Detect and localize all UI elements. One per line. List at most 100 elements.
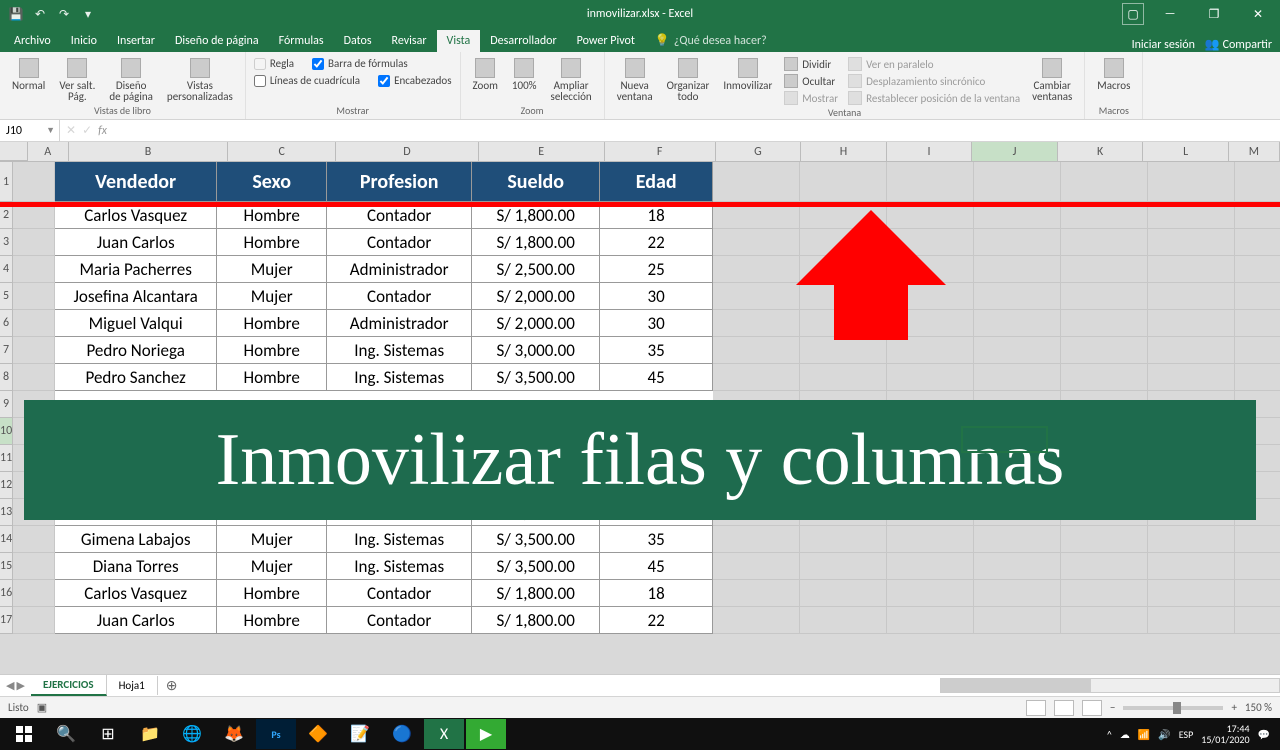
cell[interactable]: Hombre [217, 580, 327, 607]
restore-button[interactable]: ❐ [1192, 0, 1236, 28]
cell[interactable]: S/ 3,500.00 [472, 364, 600, 391]
cell[interactable] [713, 607, 800, 634]
split-button[interactable]: Dividir [782, 56, 840, 72]
cell[interactable]: Maria Pacherres [55, 256, 217, 283]
cell[interactable] [1235, 283, 1280, 310]
cell[interactable] [13, 526, 55, 553]
cell[interactable] [13, 310, 55, 337]
cell[interactable]: Mujer [217, 553, 327, 580]
cell[interactable]: 22 [600, 229, 713, 256]
tab-formulas[interactable]: Fórmulas [269, 30, 334, 52]
cell[interactable]: Gimena Labajos [55, 526, 217, 553]
cell[interactable]: Mujer [217, 526, 327, 553]
ruler-checkbox[interactable]: Regla [254, 56, 294, 71]
tab-desarrollador[interactable]: Desarrollador [480, 30, 566, 52]
tab-diseno[interactable]: Diseño de página [165, 30, 269, 52]
chrome-icon[interactable]: 🔵 [382, 719, 422, 749]
cell[interactable]: Ing. Sistemas [327, 364, 472, 391]
cell[interactable]: Ing. Sistemas [327, 553, 472, 580]
qat-customize-icon[interactable]: ▾ [78, 4, 98, 24]
cell[interactable] [800, 526, 887, 553]
cell[interactable]: 25 [600, 256, 713, 283]
row-header[interactable]: 3 [0, 229, 13, 256]
cell[interactable] [1061, 229, 1148, 256]
hide-button[interactable]: Ocultar [782, 73, 840, 89]
cell[interactable] [887, 580, 974, 607]
zoom-100-button[interactable]: 100% [508, 56, 541, 93]
cell[interactable] [800, 580, 887, 607]
tray-network-icon[interactable]: 📶 [1138, 728, 1150, 741]
close-button[interactable]: ✕ [1236, 0, 1280, 28]
row-header[interactable]: 1 [0, 162, 13, 202]
cell[interactable] [1061, 553, 1148, 580]
cell[interactable] [1148, 607, 1235, 634]
cell[interactable] [1235, 553, 1280, 580]
column-header[interactable]: D [336, 142, 479, 161]
tab-vista[interactable]: Vista [437, 30, 481, 52]
cell[interactable] [13, 607, 55, 634]
row-header[interactable]: 9 [0, 391, 13, 418]
row-header[interactable]: 16 [0, 580, 13, 607]
cell[interactable] [13, 364, 55, 391]
cell[interactable]: Miguel Valqui [55, 310, 217, 337]
firefox-icon[interactable]: 🦊 [214, 719, 254, 749]
column-header[interactable]: I [887, 142, 973, 161]
zoom-selection-button[interactable]: Ampliar selección [547, 56, 596, 104]
cell[interactable]: Ing. Sistemas [327, 526, 472, 553]
page-break-icon[interactable] [1082, 700, 1102, 716]
column-header[interactable]: M [1229, 142, 1280, 161]
enter-formula-icon[interactable]: ✓ [82, 123, 92, 138]
cell[interactable]: Mujer [217, 283, 327, 310]
cell[interactable] [1148, 580, 1235, 607]
cell[interactable] [1148, 337, 1235, 364]
cancel-formula-icon[interactable]: ✕ [66, 123, 76, 138]
cell[interactable]: S/ 1,800.00 [472, 607, 600, 634]
cell[interactable] [887, 162, 974, 202]
cell[interactable] [887, 364, 974, 391]
cell[interactable]: Juan Carlos [55, 607, 217, 634]
cell[interactable] [974, 337, 1061, 364]
zoom-in-button[interactable]: + [1231, 701, 1236, 714]
header-cell[interactable]: Sexo [217, 162, 327, 202]
cell[interactable] [800, 162, 887, 202]
cell[interactable] [1148, 256, 1235, 283]
cell[interactable] [974, 526, 1061, 553]
add-sheet-button[interactable]: ⊕ [158, 677, 186, 694]
tab-revisar[interactable]: Revisar [382, 30, 437, 52]
cell[interactable] [713, 580, 800, 607]
cell[interactable] [713, 256, 800, 283]
cell[interactable] [1148, 364, 1235, 391]
tab-insertar[interactable]: Insertar [107, 30, 165, 52]
zoom-button[interactable]: Zoom [469, 56, 502, 93]
row-header[interactable]: 13 [0, 499, 13, 526]
cell[interactable]: Contador [327, 283, 472, 310]
custom-views-button[interactable]: Vistas personalizadas [163, 56, 237, 104]
column-header[interactable]: K [1058, 142, 1144, 161]
cell[interactable]: S/ 3,500.00 [472, 526, 600, 553]
notifications-icon[interactable]: 💬 [1258, 728, 1270, 741]
cell[interactable] [1148, 526, 1235, 553]
header-cell[interactable]: Edad [600, 162, 713, 202]
tab-archivo[interactable]: Archivo [4, 30, 61, 52]
share-button[interactable]: 👥 Compartir [1205, 37, 1272, 52]
zoom-out-button[interactable]: − [1110, 701, 1115, 714]
column-header[interactable]: E [479, 142, 605, 161]
cell[interactable] [974, 310, 1061, 337]
cell[interactable] [713, 162, 800, 202]
pagebreak-view-button[interactable]: Ver salt. Pág. [55, 56, 99, 104]
tray-up-icon[interactable]: ^ [1107, 728, 1112, 741]
cell[interactable] [1148, 229, 1235, 256]
cell[interactable] [713, 337, 800, 364]
cell[interactable] [13, 229, 55, 256]
cell[interactable]: S/ 1,800.00 [472, 229, 600, 256]
fx-icon[interactable]: fx [98, 124, 107, 138]
cell[interactable] [1061, 162, 1148, 202]
select-all-corner[interactable] [0, 142, 28, 161]
photoshop-icon[interactable]: Ps [256, 719, 296, 749]
cell[interactable] [974, 607, 1061, 634]
cell[interactable] [1235, 256, 1280, 283]
cell[interactable] [1061, 283, 1148, 310]
cell[interactable] [1148, 162, 1235, 202]
tab-inicio[interactable]: Inicio [61, 30, 107, 52]
record-macro-icon[interactable]: ▣ [37, 701, 47, 714]
